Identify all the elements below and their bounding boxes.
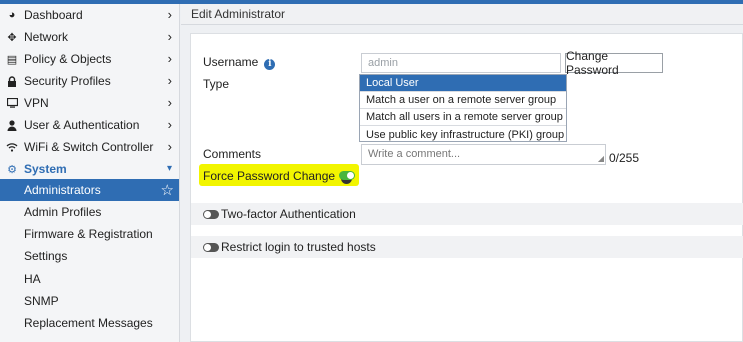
chevron-down-icon: ▾ — [166, 163, 172, 174]
comments-label: Comments — [203, 147, 262, 161]
network-icon: ✥ — [7, 31, 17, 44]
username-value: admin — [368, 57, 398, 69]
sidebar-item-wifi-switch[interactable]: WiFi & Switch Controller › — [0, 136, 179, 158]
sidebar-item-security-profiles[interactable]: Security Profiles › — [0, 70, 179, 92]
sidebar-item-label: Replacement Messages — [24, 316, 153, 330]
sidebar-item-label: Dashboard — [24, 8, 83, 22]
type-option-pki-group[interactable]: Use public key infrastructure (PKI) grou… — [360, 126, 566, 143]
two-factor-label: Two-factor Authentication — [221, 207, 356, 221]
user-icon — [6, 119, 18, 131]
chevron-right-icon: › — [167, 51, 172, 66]
sidebar-item-label: VPN — [24, 96, 49, 110]
sidebar-item-label: Security Profiles — [24, 74, 111, 88]
restrict-login-label: Restrict login to trusted hosts — [221, 240, 376, 254]
sidebar-item-replacement-messages[interactable]: Replacement Messages — [0, 312, 179, 334]
change-password-button[interactable]: Change Password — [565, 49, 663, 77]
type-option-match-user-remote[interactable]: Match a user on a remote server group — [360, 92, 566, 109]
type-label: Type — [203, 77, 230, 91]
chevron-right-icon: › — [167, 139, 172, 154]
sidebar-item-admin-profiles[interactable]: Admin Profiles — [0, 201, 179, 223]
sidebar-item-label: System — [24, 162, 67, 176]
sidebar-item-label: Admin Profiles — [24, 205, 102, 219]
comments-placeholder: Write a comment... — [368, 148, 461, 160]
restrict-login-toggle[interactable] — [203, 243, 219, 252]
info-icon[interactable]: i — [264, 59, 276, 70]
two-factor-toggle[interactable] — [203, 210, 219, 219]
username-label-text: Username — [203, 55, 259, 69]
username-label: Username i — [203, 55, 276, 70]
sidebar-item-label: SNMP — [24, 294, 59, 308]
sidebar: ◕ Dashboard › ✥ Network › ▤ Policy & Obj… — [0, 4, 180, 342]
sidebar-item-firmware-registration[interactable]: Firmware & Registration — [0, 223, 179, 245]
dashboard-icon: ◕ — [8, 9, 16, 21]
sidebar-item-vpn[interactable]: VPN › — [0, 92, 179, 114]
resize-handle-icon[interactable]: ◢ — [598, 155, 604, 163]
two-factor-section[interactable]: Two-factor Authentication — [191, 203, 743, 225]
sidebar-item-dashboard[interactable]: ◕ Dashboard › — [0, 4, 179, 26]
sidebar-item-label: Network — [24, 30, 69, 44]
chevron-right-icon: › — [167, 73, 172, 88]
comments-textarea[interactable]: Write a comment... ◢ — [361, 144, 606, 165]
sidebar-item-user-authentication[interactable]: User & Authentication › — [0, 114, 179, 136]
monitor-icon — [6, 97, 18, 109]
gear-icon: ⚙ — [7, 163, 17, 176]
type-option-local-user[interactable]: Local User — [360, 75, 566, 92]
chevron-right-icon: › — [167, 7, 172, 22]
force-password-toggle[interactable] — [339, 171, 355, 180]
sidebar-item-ha[interactable]: HA — [0, 268, 179, 290]
change-password-label: Change Password — [566, 49, 619, 77]
sidebar-item-settings[interactable]: Settings — [0, 245, 179, 267]
wifi-icon — [6, 141, 18, 153]
page-title-text: Edit Administrator — [191, 7, 286, 21]
lock-icon — [6, 75, 18, 87]
force-password-label-text: Force Password Change — [203, 169, 336, 183]
chevron-right-icon: › — [167, 117, 172, 132]
chevron-right-icon: › — [167, 95, 172, 110]
sidebar-item-label: Firmware & Registration — [24, 227, 153, 241]
star-icon[interactable]: ☆ — [161, 181, 174, 199]
sidebar-item-label: WiFi & Switch Controller — [24, 140, 154, 154]
sidebar-item-label: Administrators — [24, 183, 101, 197]
sidebar-item-label: User & Authentication — [24, 118, 140, 132]
page-title: Edit Administrator — [181, 4, 743, 25]
restrict-login-section[interactable]: Restrict login to trusted hosts — [191, 236, 743, 258]
force-password-label: Force Password Changei — [203, 169, 353, 184]
username-field[interactable]: admin — [361, 53, 561, 73]
type-dropdown[interactable]: Local User Match a user on a remote serv… — [359, 74, 567, 142]
sidebar-item-administrators[interactable]: Administrators ☆ — [0, 179, 179, 201]
sidebar-item-label: HA — [24, 272, 41, 286]
sidebar-item-network[interactable]: ✥ Network › — [0, 26, 179, 48]
policy-icon: ▤ — [6, 53, 18, 66]
sidebar-item-policy-objects[interactable]: ▤ Policy & Objects › — [0, 48, 179, 70]
sidebar-item-snmp[interactable]: SNMP — [0, 290, 179, 312]
sidebar-item-system[interactable]: ⚙ System ▾ — [0, 158, 179, 180]
sidebar-item-label: Settings — [24, 249, 68, 263]
type-option-match-all-remote[interactable]: Match all users in a remote server group — [360, 109, 566, 126]
sidebar-item-label: Policy & Objects — [24, 52, 112, 66]
comments-counter: 0/255 — [609, 151, 640, 165]
chevron-right-icon: › — [167, 29, 172, 44]
